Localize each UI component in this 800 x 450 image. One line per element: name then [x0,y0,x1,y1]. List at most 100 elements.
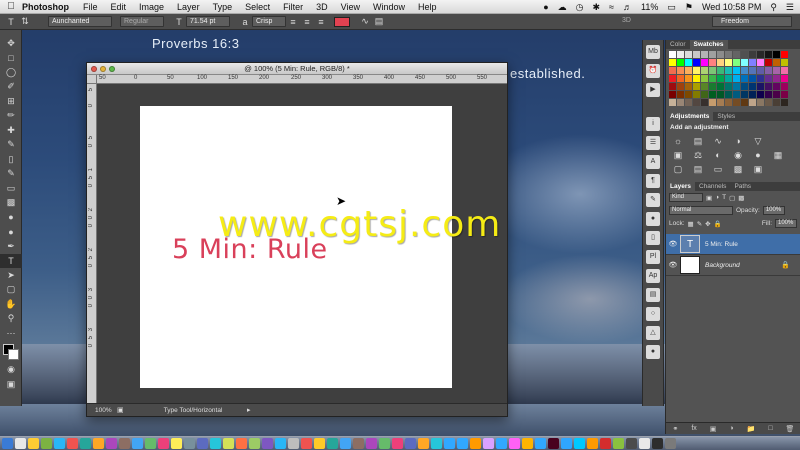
menu-help[interactable]: Help [418,2,437,12]
color-swatch[interactable] [749,67,756,74]
color-swatch[interactable] [733,91,740,98]
color-swatch[interactable] [693,51,700,58]
dock-app-icon[interactable] [613,438,624,449]
color-swatch[interactable] [725,75,732,82]
photo-filter-icon[interactable]: ◉ [732,150,744,160]
color-swatch[interactable] [733,59,740,66]
color-swatch[interactable] [741,99,748,106]
color-swatch[interactable] [717,75,724,82]
tool-presets-icon[interactable]: ○ [646,307,660,321]
color-swatch[interactable] [757,59,764,66]
color-swatch[interactable] [741,83,748,90]
3d-label[interactable]: 3D [622,17,631,24]
color-swatch[interactable] [725,99,732,106]
fill-field[interactable]: 100% [775,219,797,228]
lock-transparent-icon[interactable]: ▦ [688,220,694,228]
menu-filter[interactable]: Filter [283,2,303,12]
color-swatch[interactable] [773,67,780,74]
font-style-select[interactable]: Regular [120,16,164,27]
dock-app-icon[interactable] [431,438,442,449]
background-color-swatch[interactable] [8,348,19,360]
character-panel-icon[interactable]: ▤ [372,16,386,27]
shape-tool-icon[interactable]: ▢ [0,283,22,298]
menu-window[interactable]: Window [373,2,405,12]
workspace-select[interactable]: Freedom [712,16,792,27]
color-swatch[interactable] [733,75,740,82]
layer-row-text[interactable]: 👁 T 5 Min: Rule [666,234,800,255]
dock-app-icon[interactable] [470,438,481,449]
color-swatch[interactable] [765,91,772,98]
color-swatch[interactable] [773,59,780,66]
dock-app-icon[interactable] [327,438,338,449]
more-tools-icon[interactable]: ⋯ [0,326,22,341]
opacity-field[interactable]: 100% [762,206,785,215]
levels-icon[interactable]: ▤ [692,136,704,146]
color-swatch[interactable] [693,59,700,66]
color-swatch[interactable] [709,67,716,74]
color-swatch[interactable] [765,75,772,82]
dock-app-icon[interactable] [379,438,390,449]
menu-image[interactable]: Image [139,2,164,12]
healing-tool-icon[interactable]: ✚ [0,123,22,138]
tab-channels[interactable]: Channels [695,182,730,191]
color-swatch[interactable] [757,51,764,58]
color-swatch[interactable] [781,75,788,82]
dock-app-icon[interactable] [483,438,494,449]
clone-stamp-tool-icon[interactable]: ▯ [0,152,22,167]
blend-mode-select[interactable]: Normal [669,206,733,215]
battery-percent[interactable]: 11% [641,2,658,12]
document-canvas[interactable]: 5 Min: Rule ➤ [140,106,452,388]
color-swatch[interactable] [733,67,740,74]
dock-app-icon[interactable] [509,438,520,449]
quick-mask-icon[interactable]: ◉ [0,363,22,378]
horizontal-ruler[interactable]: 50 0 50 100 150 200 250 300 350 400 450 … [97,75,507,84]
visibility-eye-icon[interactable]: 👁 [666,261,680,269]
gradient-tool-icon[interactable]: ▩ [0,196,22,211]
dock-app-icon[interactable] [522,438,533,449]
history-panel-icon[interactable]: ⏰ [646,64,660,78]
dock-app-icon[interactable] [171,438,182,449]
dock-app-icon[interactable] [574,438,585,449]
brush-presets-icon[interactable]: ● [646,212,660,226]
layer-row-background[interactable]: 👁 Background 🔒 [666,255,800,276]
color-swatch[interactable] [701,51,708,58]
color-swatch[interactable] [741,91,748,98]
color-swatch[interactable] [693,83,700,90]
flag-icon[interactable]: ⚑ [685,2,693,13]
lock-image-icon[interactable]: ✎ [697,220,702,228]
color-swatch[interactable] [741,75,748,82]
color-swatch[interactable] [669,51,676,58]
color-swatch[interactable] [781,59,788,66]
spotlight-icon[interactable]: ⚲ [770,2,777,13]
dock-app-icon[interactable] [158,438,169,449]
antialias-select[interactable]: Crisp [252,16,286,27]
status-menu-arrow-icon[interactable]: ▸ [247,406,251,414]
character-panel-icon[interactable]: A [646,155,660,169]
color-swatch[interactable] [693,91,700,98]
ruler-origin[interactable] [87,75,97,84]
color-swatch[interactable] [773,99,780,106]
color-swatch[interactable] [709,59,716,66]
layer-name[interactable]: 5 Min: Rule [705,241,738,248]
color-swatch[interactable] [757,91,764,98]
color-swatch[interactable] [701,99,708,106]
hand-tool-icon[interactable]: ✋ [0,297,22,312]
dock-app-icon[interactable] [418,438,429,449]
color-swatch[interactable] [773,75,780,82]
dock-app-icon[interactable] [535,438,546,449]
align-right-icon[interactable]: ≡ [314,17,328,27]
color-swatch[interactable] [701,67,708,74]
color-swatch[interactable] [669,83,676,90]
dock-app-icon[interactable] [561,438,572,449]
dock-app-icon[interactable] [353,438,364,449]
color-swatch[interactable] [677,59,684,66]
color-lookup-icon[interactable]: ▦ [772,150,784,160]
invert-icon[interactable]: ▢ [672,164,684,174]
tab-adjustments[interactable]: Adjustments [666,112,714,121]
color-picker[interactable] [0,341,22,363]
layer-comps-icon[interactable]: Pl [646,250,660,264]
dock-app-icon[interactable] [236,438,247,449]
crop-tool-icon[interactable]: ⊞ [0,94,22,109]
layer-kind-select[interactable]: Kind [669,193,703,202]
tab-color[interactable]: Color [666,40,690,49]
